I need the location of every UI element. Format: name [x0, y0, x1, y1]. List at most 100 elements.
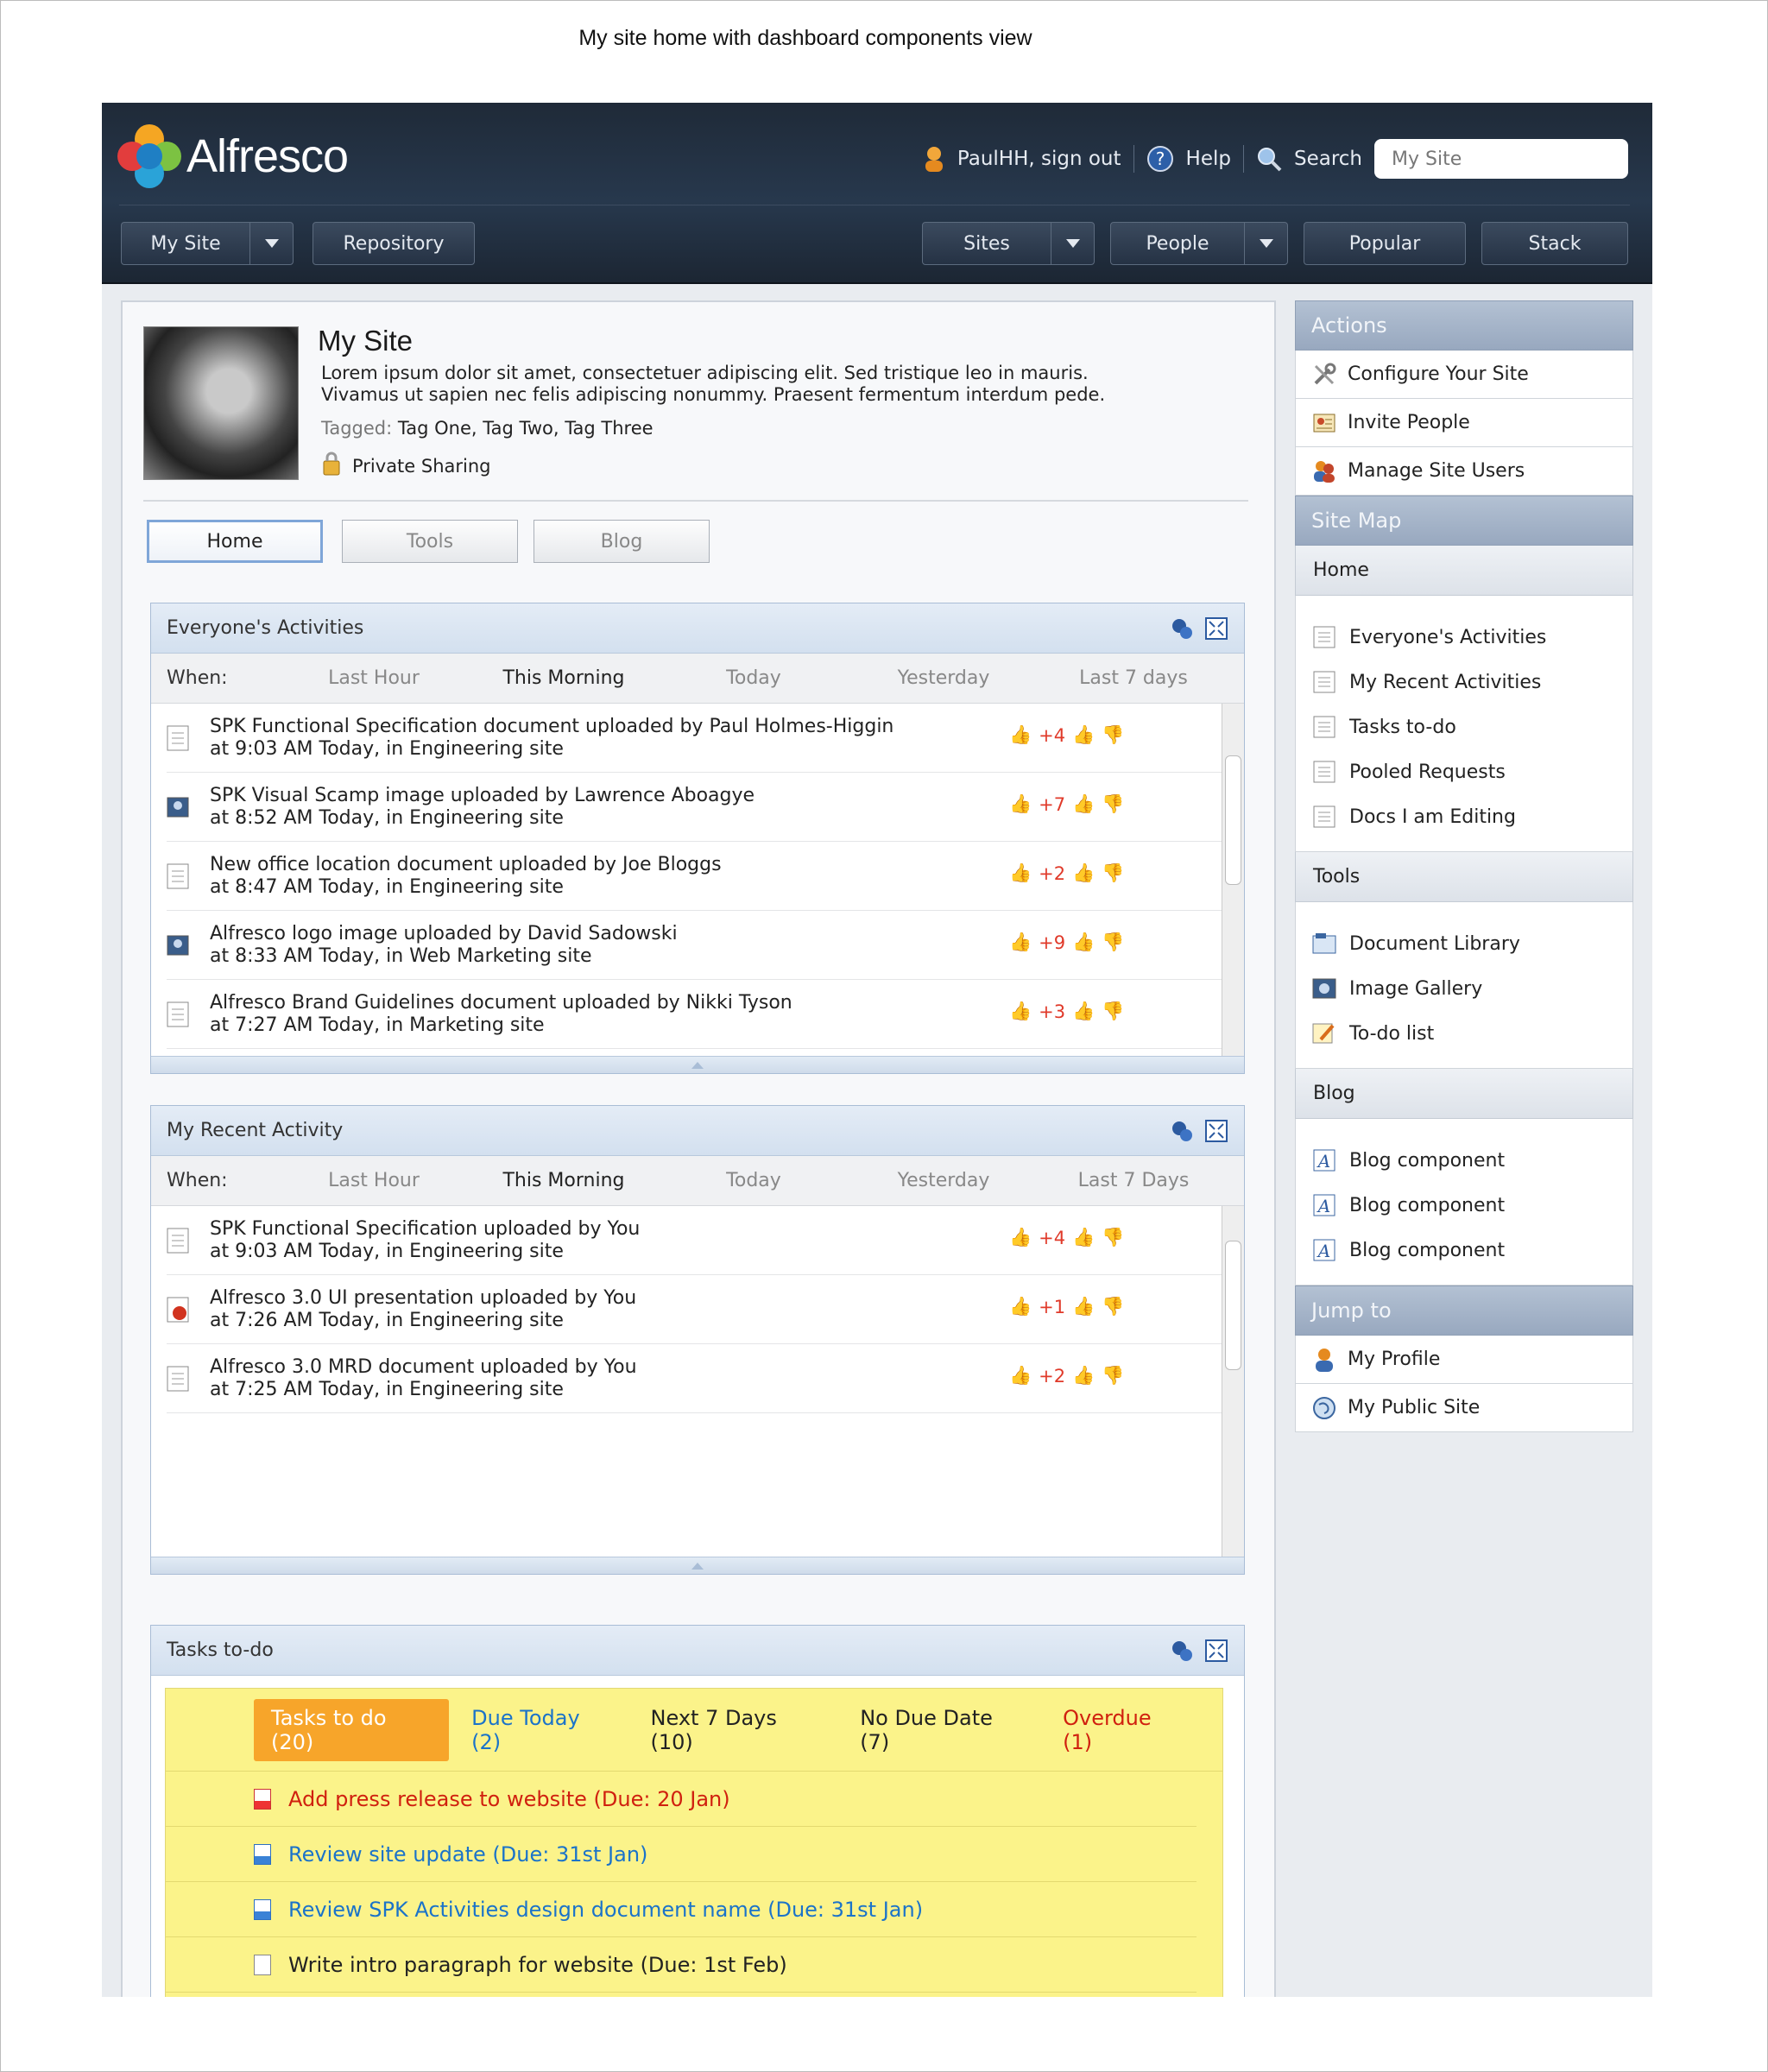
alfresco-logo[interactable]: Alfresco [117, 122, 349, 191]
activity-row[interactable]: New office location document uploaded by… [167, 842, 1232, 911]
task-label[interactable]: Review site update (Due: 31st Jan) [288, 1842, 647, 1867]
filter-last-7-days[interactable]: Last 7 days [1039, 667, 1228, 689]
thumbs-down-icon[interactable]: 👎 [1102, 1296, 1124, 1317]
help-link[interactable]: Help [1186, 148, 1231, 170]
filter-yesterday[interactable]: Yesterday [849, 1170, 1039, 1191]
sidebar-item-invite[interactable]: Invite People [1295, 399, 1633, 447]
sitemap-group-blog[interactable]: Blog [1295, 1069, 1633, 1119]
task-due-icon[interactable] [254, 1843, 271, 1865]
task-label[interactable]: Write intro paragraph for website (Due: … [288, 1953, 787, 1977]
scrollbar[interactable] [1222, 704, 1244, 1056]
task-item[interactable]: Add press release to website (Due: 20 Ja… [166, 1772, 1197, 1827]
task-overdue-icon[interactable] [254, 1788, 271, 1810]
task-filter-due-today[interactable]: Due Today (2) [471, 1706, 612, 1754]
scrollbar-thumb[interactable] [1225, 1241, 1241, 1370]
filter-this-morning[interactable]: This Morning [469, 667, 659, 689]
activity-row[interactable]: SPK Functional Specification uploaded by… [167, 1206, 1232, 1275]
nav-repository[interactable]: Repository [313, 222, 475, 265]
thumbs-up-icon[interactable]: 👍 [1009, 1001, 1032, 1022]
sitemap-item-blog[interactable]: A Blog component [1296, 1138, 1632, 1183]
thumbs-up-icon[interactable]: 👍 [1009, 932, 1032, 953]
thumbs-up-icon[interactable]: 👍 [1072, 862, 1095, 884]
dashlet-resize-handle[interactable] [151, 1557, 1244, 1574]
maximize-icon[interactable] [1204, 1119, 1228, 1143]
thumbs-up-icon[interactable]: 👍 [1072, 793, 1095, 815]
thumbs-down-icon[interactable]: 👎 [1102, 1001, 1124, 1022]
thumbs-up-icon[interactable]: 👍 [1072, 1227, 1095, 1248]
sitemap-item-everyone[interactable]: Everyone's Activities [1296, 615, 1632, 660]
sitemap-item-pooled[interactable]: Pooled Requests [1296, 749, 1632, 794]
task-filter-next-7-days[interactable]: Next 7 Days (10) [651, 1706, 823, 1754]
thumbs-down-icon[interactable]: 👎 [1102, 724, 1124, 746]
configure-icon[interactable] [1170, 616, 1194, 641]
sitemap-group-home[interactable]: Home [1295, 546, 1633, 596]
thumbs-up-icon[interactable]: 👍 [1009, 862, 1032, 884]
filter-last-7-days[interactable]: Last 7 Days [1039, 1170, 1228, 1191]
nav-popular[interactable]: Popular [1304, 222, 1466, 265]
tab-blog[interactable]: Blog [534, 520, 710, 563]
task-label[interactable]: Add press release to website (Due: 20 Ja… [288, 1787, 730, 1811]
task-icon[interactable] [254, 1954, 271, 1975]
thumbs-up-icon[interactable]: 👍 [1009, 1365, 1032, 1387]
tag-list[interactable]: Tag One, Tag Two, Tag Three [398, 418, 654, 439]
thumbs-down-icon[interactable]: 👎 [1102, 932, 1124, 953]
chevron-down-icon[interactable] [1051, 223, 1094, 264]
nav-stack[interactable]: Stack [1481, 222, 1628, 265]
thumbs-up-icon[interactable]: 👍 [1009, 1296, 1032, 1317]
thumbs-down-icon[interactable]: 👎 [1102, 1365, 1124, 1387]
maximize-icon[interactable] [1204, 616, 1228, 641]
sitemap-item-image-gallery[interactable]: Image Gallery [1296, 966, 1632, 1011]
sitemap-group-tools[interactable]: Tools [1295, 852, 1633, 902]
thumbs-up-icon[interactable]: 👍 [1009, 793, 1032, 815]
sitemap-item-blog[interactable]: A Blog component [1296, 1183, 1632, 1228]
thumbs-down-icon[interactable]: 👎 [1102, 1227, 1124, 1248]
thumbs-up-icon[interactable]: 👍 [1009, 724, 1032, 746]
task-item[interactable]: Review SPK Activities design document na… [166, 1882, 1197, 1937]
chevron-down-icon[interactable] [249, 223, 293, 264]
task-filter-overdue[interactable]: Overdue (1) [1063, 1706, 1184, 1754]
thumbs-up-icon[interactable]: 👍 [1072, 1001, 1095, 1022]
task-item[interactable]: Write intro paragraph for website (Due: … [166, 1937, 1197, 1993]
task-due-icon[interactable] [254, 1898, 271, 1920]
user-signout-link[interactable]: PaulHH, sign out [957, 148, 1121, 170]
filter-today[interactable]: Today [659, 1170, 849, 1191]
sidebar-item-manage-users[interactable]: Manage Site Users [1295, 447, 1633, 496]
nav-my-site[interactable]: My Site [121, 222, 294, 265]
activity-row[interactable]: SPK Functional Specification document up… [167, 704, 1232, 773]
thumbs-up-icon[interactable]: 👍 [1072, 1296, 1095, 1317]
sitemap-item-blog[interactable]: A Blog component [1296, 1228, 1632, 1273]
task-filter-all[interactable]: Tasks to do (20) [254, 1698, 450, 1761]
filter-yesterday[interactable]: Yesterday [849, 667, 1039, 689]
thumbs-up-icon[interactable]: 👍 [1072, 932, 1095, 953]
thumbs-up-icon[interactable]: 👍 [1072, 724, 1095, 746]
thumbs-down-icon[interactable]: 👎 [1102, 793, 1124, 815]
tab-home[interactable]: Home [147, 520, 323, 563]
configure-icon[interactable] [1170, 1119, 1194, 1143]
nav-people[interactable]: People [1110, 222, 1288, 265]
filter-last-hour[interactable]: Last Hour [279, 667, 469, 689]
activity-row[interactable]: Alfresco 3.0 UI presentation uploaded by… [167, 1275, 1232, 1344]
chevron-down-icon[interactable] [1244, 223, 1287, 264]
task-filter-no-due-date[interactable]: No Due Date (7) [860, 1706, 1025, 1754]
activity-row[interactable]: Alfresco logo image uploaded by David Sa… [167, 911, 1232, 980]
maximize-icon[interactable] [1204, 1639, 1228, 1663]
configure-icon[interactable] [1170, 1639, 1194, 1663]
jump-item-profile[interactable]: My Profile [1295, 1336, 1633, 1384]
sitemap-item-todo[interactable]: To-do list [1296, 1011, 1632, 1056]
nav-sites[interactable]: Sites [922, 222, 1095, 265]
jump-item-public-site[interactable]: My Public Site [1295, 1384, 1633, 1432]
sidebar-item-configure[interactable]: Configure Your Site [1295, 351, 1633, 399]
activity-row[interactable]: SPK Visual Scamp image uploaded by Lawre… [167, 773, 1232, 842]
activity-row[interactable]: Alfresco Brand Guidelines document uploa… [167, 980, 1232, 1049]
thumbs-up-icon[interactable]: 👍 [1072, 1365, 1095, 1387]
search-input[interactable] [1374, 139, 1628, 179]
thumbs-up-icon[interactable]: 👍 [1009, 1227, 1032, 1248]
activity-row[interactable]: Alfresco 3.0 MRD document uploaded by Yo… [167, 1344, 1232, 1413]
filter-this-morning[interactable]: This Morning [469, 1170, 659, 1191]
dashlet-resize-handle[interactable] [151, 1056, 1244, 1073]
task-item[interactable]: Review site update (Due: 31st Jan) [166, 1827, 1197, 1882]
filter-last-hour[interactable]: Last Hour [279, 1170, 469, 1191]
sitemap-item-recent[interactable]: My Recent Activities [1296, 660, 1632, 704]
scrollbar-thumb[interactable] [1225, 755, 1241, 885]
filter-today[interactable]: Today [659, 667, 849, 689]
